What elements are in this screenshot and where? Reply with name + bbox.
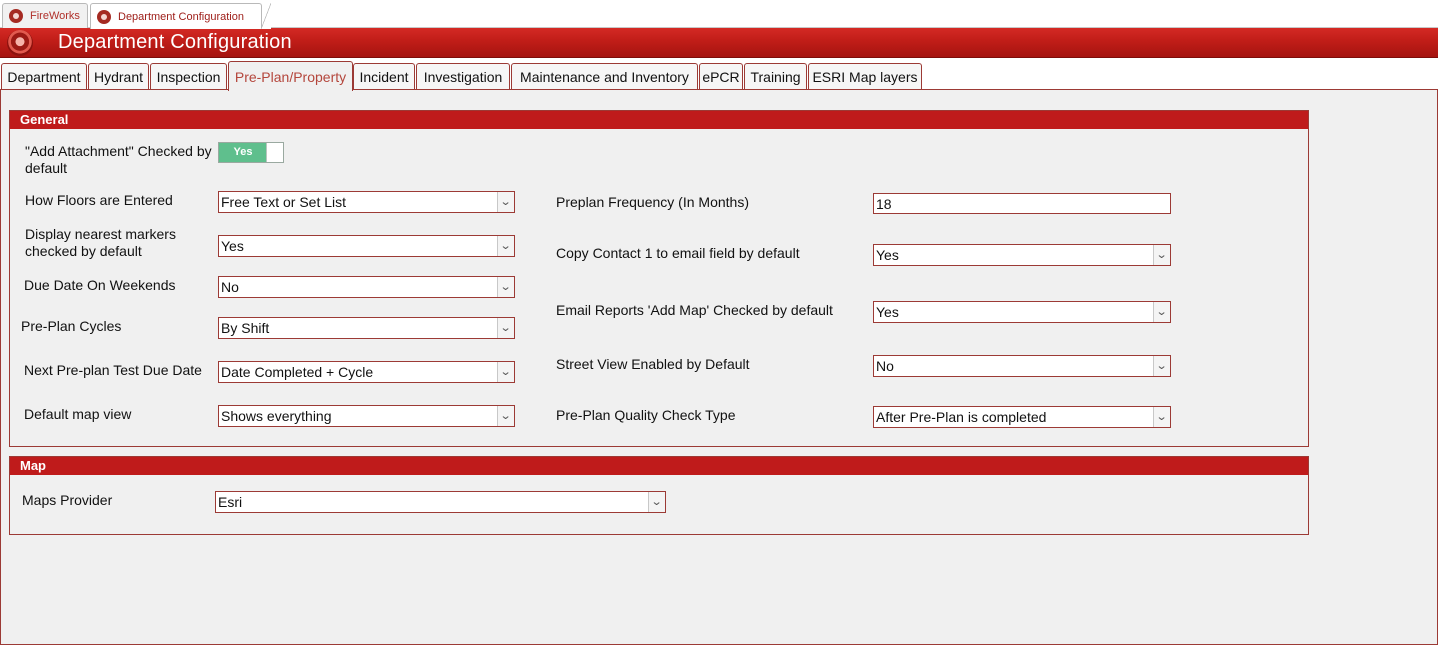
toggle-knob — [266, 143, 283, 162]
tab-hydrant[interactable]: Hydrant — [88, 63, 149, 90]
maps-provider-value: Esri — [218, 494, 243, 510]
doc-tab-department-configuration[interactable]: Department Configuration — [90, 3, 271, 29]
tab-investigation[interactable]: Investigation — [416, 63, 510, 90]
quality-check-select[interactable]: After Pre-Plan is completed ⌄ — [873, 406, 1171, 428]
dropdown-button[interactable]: ⌄ — [1153, 302, 1170, 322]
dropdown-button[interactable]: ⌄ — [1153, 356, 1170, 376]
dropdown-button[interactable]: ⌄ — [648, 492, 665, 512]
chevron-down-icon: ⌄ — [500, 321, 512, 334]
copy-contact-value: Yes — [876, 247, 899, 263]
next-test-due-label: Next Pre-plan Test Due Date — [24, 362, 202, 378]
chevron-down-icon: ⌄ — [651, 495, 663, 508]
how-floors-label: How Floors are Entered — [25, 192, 173, 208]
chevron-down-icon: ⌄ — [1156, 305, 1168, 318]
preplan-cycles-select[interactable]: By Shift ⌄ — [218, 317, 515, 339]
copy-contact-select[interactable]: Yes ⌄ — [873, 244, 1171, 266]
preplan-frequency-label: Preplan Frequency (In Months) — [556, 194, 749, 210]
dropdown-button[interactable]: ⌄ — [1153, 245, 1170, 265]
chevron-down-icon: ⌄ — [500, 195, 512, 208]
title-banner: Department Configuration — [0, 28, 1438, 58]
fireworks-logo-icon — [97, 9, 111, 24]
toggle-state-label: Yes — [233, 146, 253, 158]
chevron-down-icon: ⌄ — [1156, 359, 1168, 372]
email-add-map-select[interactable]: Yes ⌄ — [873, 301, 1171, 323]
due-date-weekends-label: Due Date On Weekends — [24, 277, 176, 293]
tab-inspection[interactable]: Inspection — [150, 63, 227, 90]
tab-training[interactable]: Training — [744, 63, 807, 90]
dropdown-button[interactable]: ⌄ — [497, 318, 514, 338]
tab-epcr[interactable]: ePCR — [699, 63, 743, 90]
doc-tab-label: FireWorks — [30, 10, 80, 22]
default-map-view-select[interactable]: Shows everything ⌄ — [218, 405, 515, 427]
tab-department[interactable]: Department — [1, 63, 87, 90]
quality-check-label: Pre-Plan Quality Check Type — [556, 407, 736, 423]
maps-provider-label: Maps Provider — [22, 492, 113, 508]
street-view-select[interactable]: No ⌄ — [873, 355, 1171, 377]
chevron-down-icon: ⌄ — [1156, 410, 1168, 423]
chevron-down-icon: ⌄ — [500, 280, 512, 293]
doc-tab-fireworks[interactable]: FireWorks — [2, 3, 88, 28]
section-title: Map — [10, 457, 1308, 475]
display-markers-value: Yes — [221, 238, 244, 254]
due-date-weekends-value: No — [221, 279, 239, 295]
dropdown-button[interactable]: ⌄ — [497, 236, 514, 256]
dropdown-button[interactable]: ⌄ — [1153, 407, 1170, 427]
how-floors-value: Free Text or Set List — [221, 194, 347, 210]
copy-contact-label: Copy Contact 1 to email field by default — [556, 245, 800, 261]
dropdown-button[interactable]: ⌄ — [497, 277, 514, 297]
configuration-tabs: Department Hydrant Inspection Pre-Plan/P… — [0, 58, 1438, 91]
quality-check-value: After Pre-Plan is completed — [876, 409, 1047, 425]
preplan-cycles-value: By Shift — [221, 320, 270, 336]
section-title: General — [10, 111, 1308, 129]
maps-provider-select[interactable]: Esri ⌄ — [215, 491, 666, 513]
default-map-view-label: Default map view — [24, 406, 132, 422]
next-test-due-select[interactable]: Date Completed + Cycle ⌄ — [218, 361, 515, 383]
how-floors-select[interactable]: Free Text or Set List ⌄ — [218, 191, 515, 213]
chevron-down-icon: ⌄ — [1156, 248, 1168, 261]
fireworks-logo-icon — [9, 9, 23, 23]
doc-tab-label: Department Configuration — [118, 10, 244, 23]
preplan-frequency-input[interactable]: 18 — [873, 193, 1171, 214]
tab-maintenance-and-inventory[interactable]: Maintenance and Inventory — [511, 63, 698, 90]
tab-incident[interactable]: Incident — [353, 63, 415, 90]
display-markers-select[interactable]: Yes ⌄ — [218, 235, 515, 257]
fireworks-logo-icon — [7, 30, 33, 56]
default-map-view-value: Shows everything — [221, 408, 332, 424]
chevron-down-icon: ⌄ — [500, 239, 512, 252]
display-markers-label: Display nearest markers checked by defau… — [25, 226, 176, 259]
add-attachment-toggle[interactable]: Yes — [218, 142, 284, 163]
page-title: Department Configuration — [58, 31, 292, 53]
dropdown-button[interactable]: ⌄ — [497, 362, 514, 382]
tab-pre-plan-property[interactable]: Pre-Plan/Property — [228, 61, 353, 91]
dropdown-button[interactable]: ⌄ — [497, 192, 514, 212]
street-view-label: Street View Enabled by Default — [556, 356, 750, 372]
street-view-value: No — [876, 358, 894, 374]
email-add-map-value: Yes — [876, 304, 899, 320]
dropdown-button[interactable]: ⌄ — [497, 406, 514, 426]
chevron-down-icon: ⌄ — [500, 365, 512, 378]
add-attachment-label: "Add Attachment" Checked by default — [25, 143, 212, 176]
next-test-due-value: Date Completed + Cycle — [221, 364, 374, 380]
chevron-down-icon: ⌄ — [500, 409, 512, 422]
tab-esri-map-layers[interactable]: ESRI Map layers — [808, 63, 922, 90]
document-tab-strip: FireWorks Department Configuration — [0, 0, 1438, 29]
due-date-weekends-select[interactable]: No ⌄ — [218, 276, 515, 298]
email-add-map-label: Email Reports 'Add Map' Checked by defau… — [556, 302, 833, 318]
preplan-cycles-label: Pre-Plan Cycles — [21, 318, 122, 334]
